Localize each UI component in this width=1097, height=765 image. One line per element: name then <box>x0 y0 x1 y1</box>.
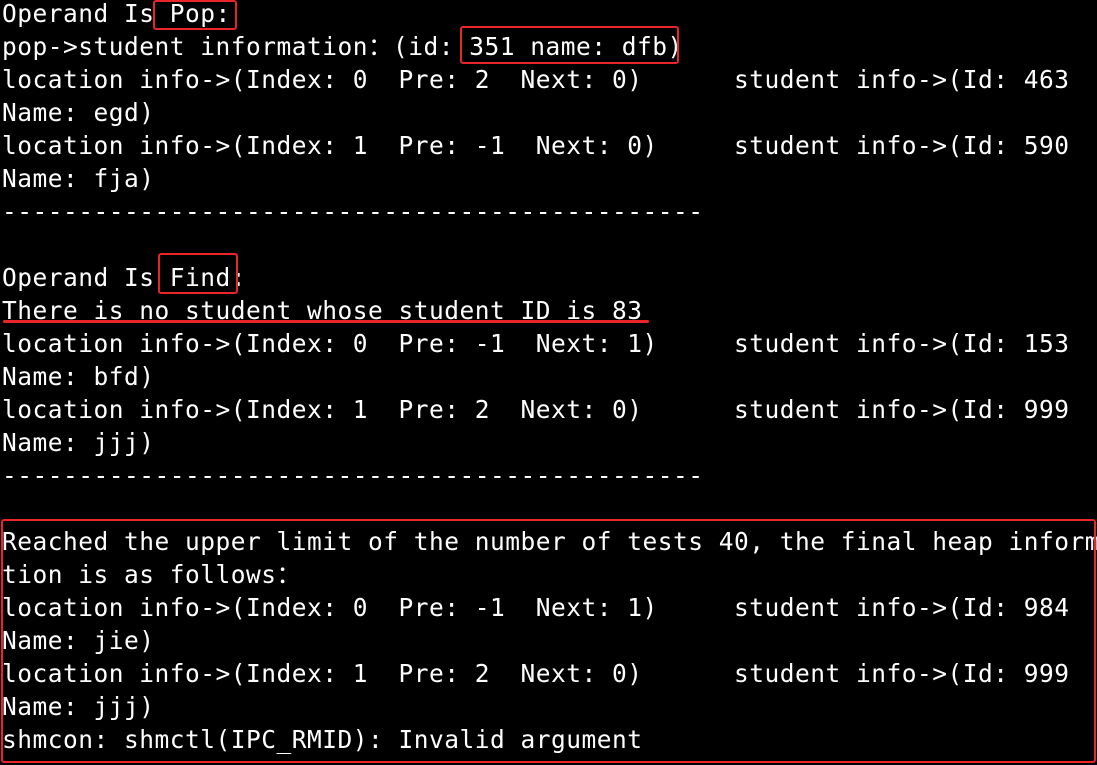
terminal-line: location info->(Index: 0 Pre: -1 Next: 1… <box>2 329 1070 358</box>
highlight-box-find <box>158 253 238 294</box>
highlight-box-final-heap <box>1 519 1096 763</box>
underline-find-result <box>3 320 649 323</box>
terminal-window[interactable]: Operand Is Pop: pop->student information… <box>0 0 1097 765</box>
highlight-box-pop <box>153 0 237 30</box>
terminal-separator: ----------------------------------------… <box>2 197 704 226</box>
terminal-separator: ----------------------------------------… <box>2 461 704 490</box>
terminal-line: location info->(Index: 1 Pre: -1 Next: 0… <box>2 131 1070 160</box>
terminal-line: Name: bfd) <box>2 362 155 391</box>
terminal-line: location info->(Index: 0 Pre: 2 Next: 0)… <box>2 65 1070 94</box>
terminal-line: Name: jjj) <box>2 428 155 457</box>
highlight-box-pop-result <box>460 26 679 64</box>
terminal-line: location info->(Index: 1 Pre: 2 Next: 0)… <box>2 395 1070 424</box>
terminal-line: Name: egd) <box>2 98 155 127</box>
terminal-line: Name: fja) <box>2 164 155 193</box>
